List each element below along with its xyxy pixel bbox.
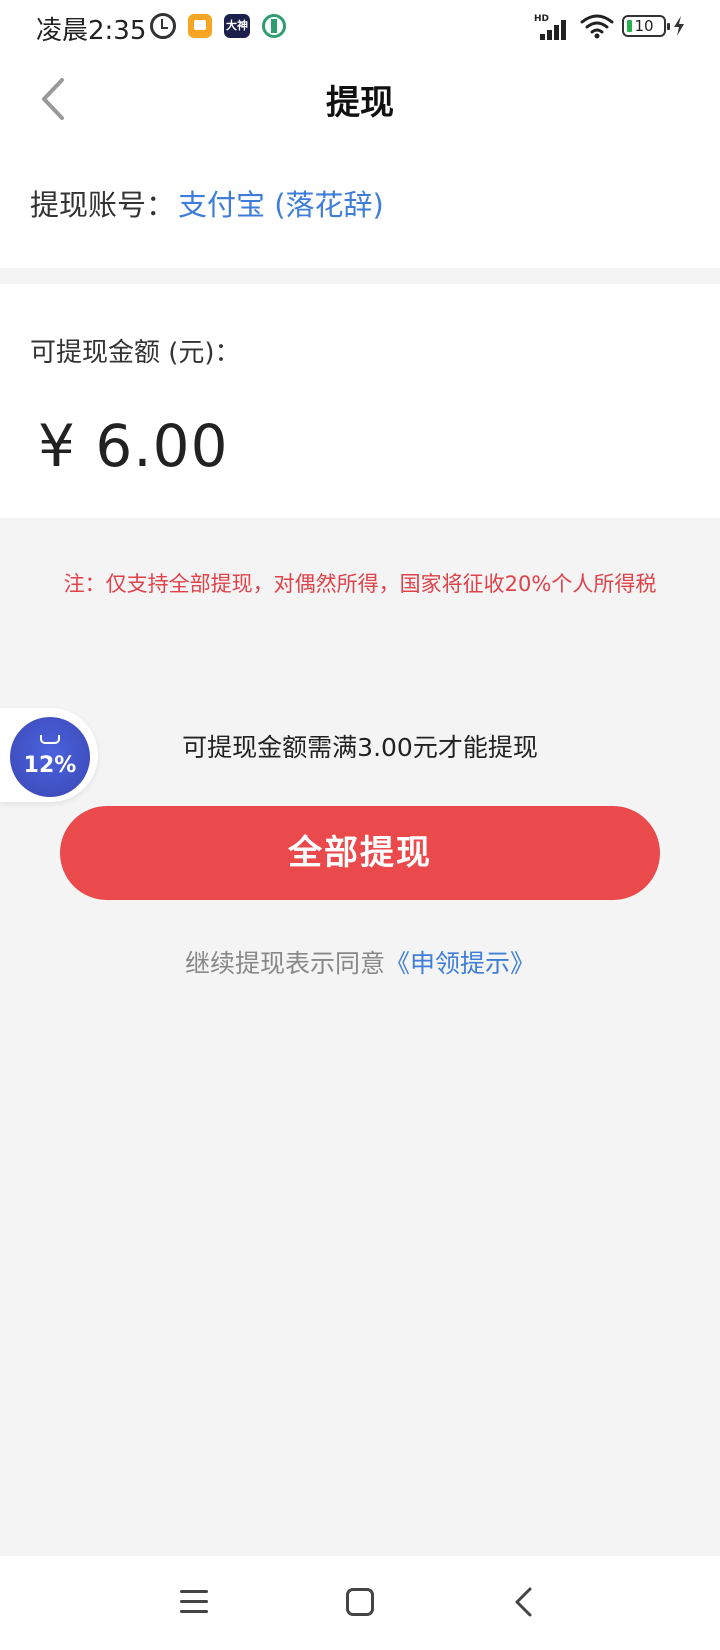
withdraw-all-button[interactable]: 全部提现 <box>60 806 660 900</box>
app-icon <box>188 14 212 38</box>
account-label: 提现账号： <box>30 188 176 222</box>
amount-label: 可提现金额 (元)： <box>30 338 241 368</box>
agreement-text: 继续提现表示同意 <box>184 949 385 978</box>
minimum-amount-note: 可提现金额需满3.00元才能提现 <box>182 733 538 762</box>
wifi-icon <box>580 13 614 39</box>
status-bar: 凌晨2:35 大神 HD 10 <box>0 0 720 56</box>
account-value[interactable]: 支付宝 (落花辞) <box>178 182 384 224</box>
alarm-icon <box>150 13 176 39</box>
nav-bar: 提现 <box>0 56 720 142</box>
amount-value: ¥ 6.00 <box>38 412 229 480</box>
status-time: 凌晨2:35 <box>36 16 147 46</box>
system-back-icon[interactable] <box>512 1586 536 1618</box>
charging-icon <box>672 15 686 37</box>
withdraw-page: 凌晨2:35 大神 HD 10 提现 提现账号： 支付宝 (落花辞) 可提现金额… <box>0 0 720 1650</box>
agreement-link[interactable]: 《申领提示》 <box>385 949 535 978</box>
system-nav-bar <box>0 1556 720 1650</box>
agreement-line: 继续提现表示同意《申领提示》 <box>0 944 720 980</box>
home-icon[interactable] <box>346 1588 374 1616</box>
battery-icon: 10 <box>622 15 670 37</box>
account-section: 提现账号： 支付宝 (落花辞) <box>0 142 720 268</box>
app-icon: 大神 <box>224 14 250 38</box>
tax-notice: 注：仅支持全部提现，对偶然所得，国家将征收20%个人所得税 <box>63 572 657 596</box>
signal-hd-label: HD <box>534 14 550 24</box>
amount-section: 可提现金额 (元)： ¥ 6.00 <box>0 284 720 518</box>
app-icon <box>262 14 286 38</box>
signal-icon: HD <box>534 14 570 40</box>
page-title: 提现 <box>326 83 394 123</box>
menu-icon[interactable] <box>180 1590 208 1614</box>
